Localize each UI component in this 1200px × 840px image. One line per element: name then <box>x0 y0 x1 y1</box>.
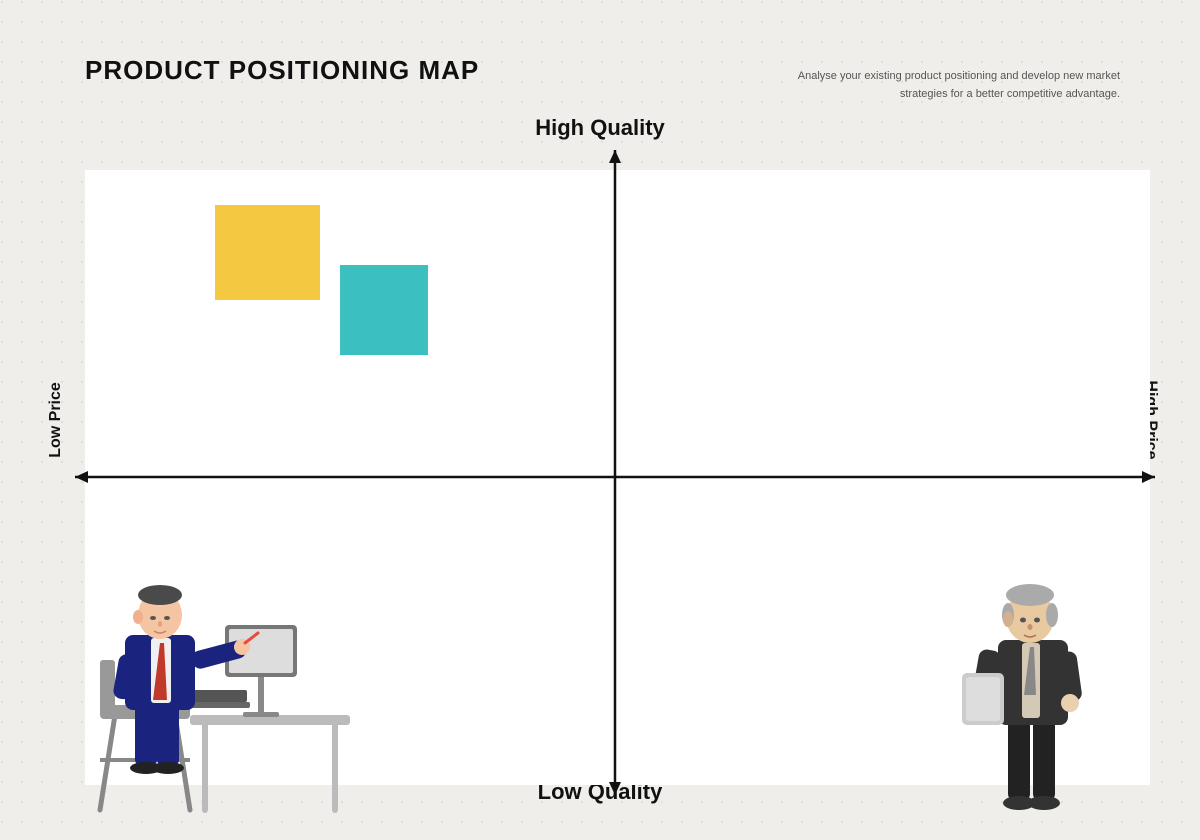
label-low-price: Low Price <box>47 382 65 458</box>
description-line1: Analyse your existing product positionin… <box>798 70 1120 82</box>
sticky-note-yellow <box>215 205 320 300</box>
description-line2: strategies for a better competitive adva… <box>900 88 1120 100</box>
page-title: PRODUCT POSITIONING MAP <box>85 55 479 86</box>
sticky-note-teal <box>340 265 428 355</box>
illustration-person-sitting <box>60 505 360 815</box>
page-description: Analyse your existing product positionin… <box>798 68 1120 103</box>
label-high-quality: High Quality <box>535 115 665 141</box>
illustration-person-standing <box>940 525 1120 815</box>
